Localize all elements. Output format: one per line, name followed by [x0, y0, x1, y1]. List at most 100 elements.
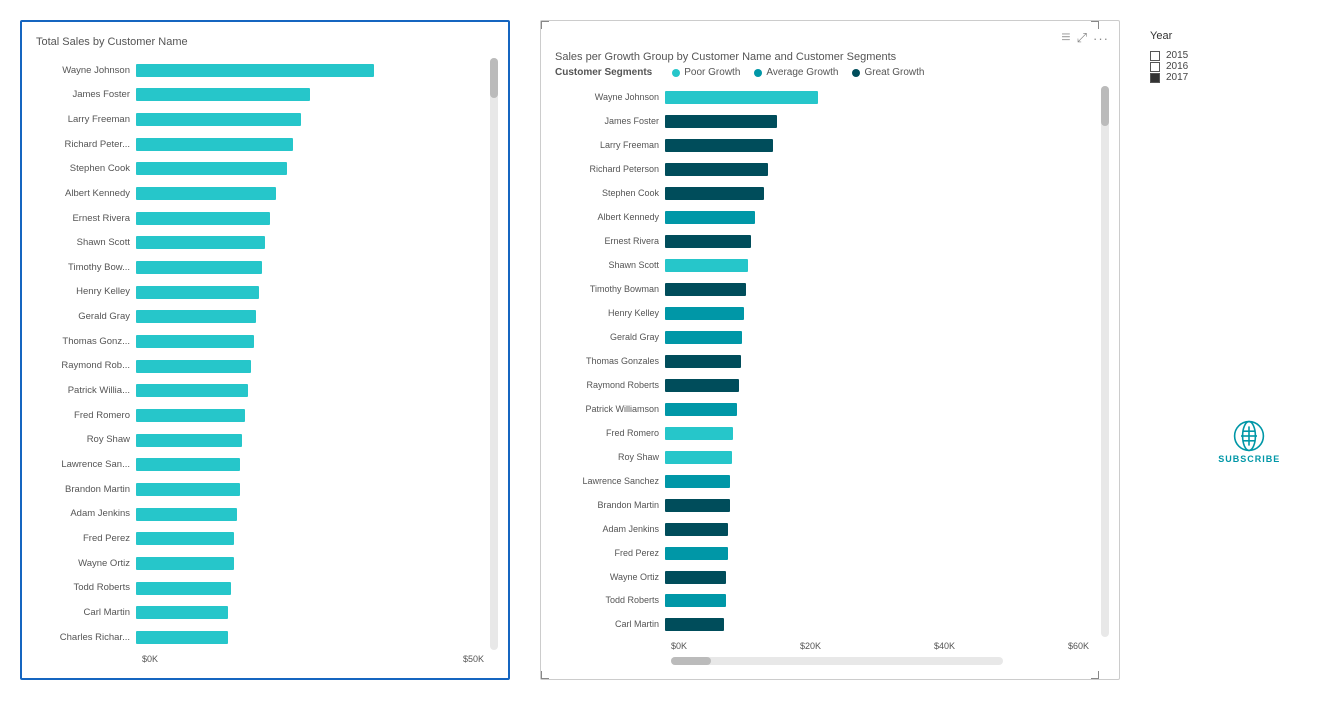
resize-icon[interactable]: ⤢ — [1077, 30, 1087, 46]
right-y-label: Brandon Martin — [555, 496, 659, 514]
left-bar — [136, 434, 242, 447]
year-legend-item[interactable]: 2015 — [1150, 50, 1188, 61]
subscribe-area: SUBSCRIBE — [1218, 20, 1280, 484]
right-bar — [665, 355, 741, 368]
left-bar-row — [136, 333, 486, 351]
right-bar-row — [665, 352, 1097, 370]
left-y-label: Wayne Johnson — [36, 61, 130, 79]
left-bar — [136, 532, 234, 545]
right-bar-row — [665, 376, 1097, 394]
left-y-label: Albert Kennedy — [36, 185, 130, 203]
right-bar — [665, 403, 737, 416]
right-bars-container — [665, 86, 1097, 637]
left-bar-row — [136, 456, 486, 474]
right-bar — [665, 523, 728, 536]
left-y-label: Wayne Ortiz — [36, 554, 130, 572]
legend-item: Great Growth — [852, 67, 924, 78]
left-bar — [136, 582, 231, 595]
right-bar — [665, 283, 746, 296]
left-bar-row — [136, 160, 486, 178]
right-bar-row — [665, 185, 1097, 203]
left-bar — [136, 310, 256, 323]
right-y-label: Patrick Williamson — [555, 400, 659, 418]
left-x-label: $0K — [142, 654, 158, 664]
right-bar-row — [665, 113, 1097, 131]
right-bar-row — [665, 544, 1097, 562]
left-bar — [136, 409, 245, 422]
left-bar — [136, 212, 270, 225]
right-scrollbar-thumb[interactable] — [1101, 86, 1109, 126]
left-y-label: Adam Jenkins — [36, 505, 130, 523]
year-label: 2017 — [1166, 72, 1188, 83]
right-bar — [665, 571, 726, 584]
right-bar-row — [665, 305, 1097, 323]
right-bar-row — [665, 257, 1097, 275]
right-y-label: Roy Shaw — [555, 448, 659, 466]
right-y-label: Henry Kelley — [555, 305, 659, 323]
year-legend-item[interactable]: 2016 — [1150, 61, 1188, 72]
right-bar — [665, 115, 777, 128]
subscribe-text[interactable]: SUBSCRIBE — [1218, 454, 1280, 464]
left-scrollbar-thumb[interactable] — [490, 58, 498, 98]
year-checkbox[interactable] — [1150, 51, 1160, 61]
left-x-label: $50K — [463, 654, 484, 664]
left-bar-row — [136, 554, 486, 572]
legend-item-label: Average Growth — [766, 67, 838, 78]
legend-segment-label: Customer Segments — [555, 67, 652, 78]
right-bar-row — [665, 233, 1097, 251]
right-bar-row — [665, 161, 1097, 179]
more-icon[interactable]: ··· — [1093, 31, 1109, 46]
right-chart-title: Sales per Growth Group by Customer Name … — [555, 51, 1109, 63]
right-bar — [665, 307, 744, 320]
left-bar — [136, 88, 310, 101]
left-y-label: Patrick Willia... — [36, 382, 130, 400]
right-y-label: Albert Kennedy — [555, 209, 659, 227]
left-y-label: Richard Peter... — [36, 135, 130, 153]
left-bar-row — [136, 505, 486, 523]
right-bar — [665, 547, 728, 560]
left-y-label: Brandon Martin — [36, 480, 130, 498]
left-y-label: Roy Shaw — [36, 431, 130, 449]
left-bars-container — [136, 58, 486, 650]
right-y-label: Wayne Ortiz — [555, 568, 659, 586]
right-bar-row — [665, 496, 1097, 514]
left-scrollbar[interactable] — [490, 58, 498, 650]
left-bar — [136, 557, 234, 570]
right-scrollbar[interactable] — [1101, 86, 1109, 637]
corner-tr — [1091, 21, 1099, 29]
corner-bl — [541, 671, 549, 679]
right-bar-row — [665, 568, 1097, 586]
bottom-scrollbar-thumb[interactable] — [671, 657, 711, 665]
left-bar-row — [136, 579, 486, 597]
right-y-label: James Foster — [555, 113, 659, 131]
left-y-label: James Foster — [36, 86, 130, 104]
right-y-label: Shawn Scott — [555, 257, 659, 275]
left-y-labels: Wayne JohnsonJames FosterLarry FreemanRi… — [36, 58, 136, 650]
bottom-scrollbar[interactable] — [671, 657, 1003, 665]
right-bar-row — [665, 616, 1097, 634]
left-chart: Total Sales by Customer Name Wayne Johns… — [20, 20, 510, 680]
right-y-label: Larry Freeman — [555, 137, 659, 155]
left-bar-row — [136, 530, 486, 548]
year-legend-item[interactable]: 2017 — [1150, 72, 1188, 83]
year-label: 2015 — [1166, 50, 1188, 61]
drag-icon[interactable]: ≡ — [1061, 29, 1070, 47]
right-y-label: Fred Romero — [555, 424, 659, 442]
right-y-label: Wayne Johnson — [555, 89, 659, 107]
right-chart: ≡ ⤢ ··· Sales per Growth Group by Custom… — [540, 20, 1120, 680]
right-bar-row — [665, 520, 1097, 538]
left-bar-row — [136, 61, 486, 79]
right-y-label: Richard Peterson — [555, 161, 659, 179]
right-bar-row — [665, 281, 1097, 299]
right-y-label: Adam Jenkins — [555, 520, 659, 538]
year-checkbox[interactable] — [1150, 73, 1160, 83]
left-bar-row — [136, 604, 486, 622]
right-bar — [665, 594, 726, 607]
right-bar-row — [665, 448, 1097, 466]
right-bar-row — [665, 89, 1097, 107]
left-bar-row — [136, 308, 486, 326]
year-checkbox[interactable] — [1150, 62, 1160, 72]
subscribe-icon[interactable] — [1233, 420, 1265, 452]
right-bar-row — [665, 472, 1097, 490]
right-y-label: Lawrence Sanchez — [555, 472, 659, 490]
